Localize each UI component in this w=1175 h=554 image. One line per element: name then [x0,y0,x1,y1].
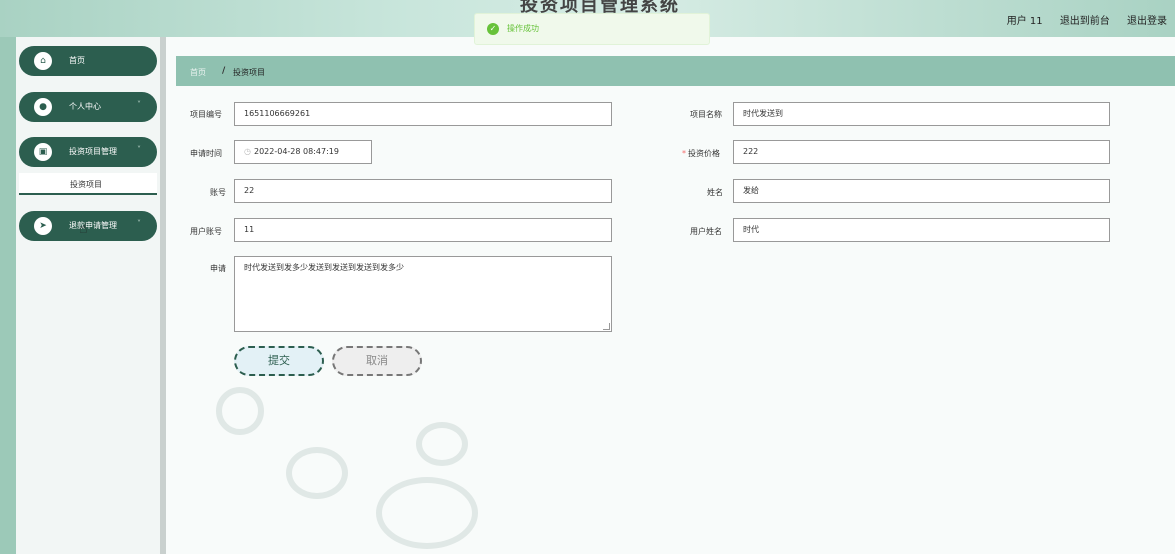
clock-icon: ◷ [244,147,251,156]
background-drop [216,387,264,435]
current-user: 用户 11 [1006,16,1043,27]
chevron-down-icon: ˅ [137,145,141,154]
sidebar-item-profile[interactable]: ● 个人中心 ˅ [19,92,157,122]
sidebar-item-label: 退款申请管理 [69,221,117,230]
project-no-label: 项目编号 [190,110,222,119]
apply-time-picker[interactable]: ◷ 2022-04-28 08:47:19 [234,140,372,164]
apply-time-value: 2022-04-28 08:47:19 [253,147,339,156]
sidebar-subitem-investment-project[interactable]: 投资项目 [19,173,157,195]
sidebar-item-investment-projects[interactable]: ▣ 投资项目管理 ˅ [19,137,157,167]
name-label: 姓名 [707,188,723,197]
project-name-field[interactable]: 时代发送到 [733,102,1110,126]
name-field[interactable]: 发给 [733,179,1110,203]
logout-link[interactable]: 退出登录 [1127,16,1167,27]
background-drop [416,422,468,466]
chevron-down-icon: ˅ [137,100,141,109]
header-links: 用户 11 退出到前台 退出登录 [993,12,1167,27]
sidebar-item-label: 个人中心 [69,102,101,111]
breadcrumb-current: 投资项目 [233,68,265,77]
application-label: 申请 [210,264,226,273]
sidebar-subitem-label: 投资项目 [70,180,102,189]
required-mark: * [682,149,686,158]
project-name-label: 项目名称 [690,110,722,119]
breadcrumb: 首页 / 投资项目 [176,56,1175,86]
application-text: 时代发送到发多少发送到发送到发送到发多少 [244,263,404,272]
breadcrumb-home[interactable]: 首页 [190,67,206,78]
sidebar-item-refunds[interactable]: ➤ 退款申请管理 ˅ ☝ [19,211,157,241]
success-toast: ✓ 操作成功 [474,13,710,45]
user-icon: ● [34,98,52,116]
submit-button[interactable]: 提交 [234,346,324,376]
breadcrumb-separator: / [222,66,226,76]
user-account-label: 用户账号 [190,227,222,236]
project-no-field[interactable]: 1651106669261 [234,102,612,126]
back-to-front-link[interactable]: 退出到前台 [1060,16,1110,27]
sidebar: ⌂ 首页 ● 个人中心 ˅ ▣ 投资项目管理 ˅ 投资项目 ➤ 退款申请管理 ˅… [16,37,160,554]
main-content: 首页 / 投资项目 项目编号 1651106669261 项目名称 时代发送到 … [166,37,1175,554]
apply-time-label: 申请时间 [190,149,222,158]
price-label-text: 投资价格 [688,149,720,158]
cancel-button[interactable]: 取消 [332,346,422,376]
briefcase-icon: ▣ [34,143,52,161]
application-textarea[interactable]: 时代发送到发多少发送到发送到发送到发多少 [234,256,612,332]
toast-message: 操作成功 [507,24,539,33]
account-field[interactable]: 22 [234,179,612,203]
sidebar-item-label: 首页 [69,56,85,65]
success-check-icon: ✓ [487,23,499,35]
resize-handle-icon[interactable] [603,323,610,330]
price-field[interactable]: 222 [733,140,1110,164]
background-drop [376,477,478,549]
background-drop [286,447,348,499]
user-account-field[interactable]: 11 [234,218,612,242]
home-icon: ⌂ [34,52,52,70]
price-label: * 投资价格 [682,148,720,159]
left-edge-strip [0,37,16,554]
mouse-pointer-icon: ☝ [79,221,88,237]
send-icon: ➤ [34,217,52,235]
user-name-label: 用户姓名 [690,227,722,236]
chevron-down-icon: ˅ [137,219,141,228]
sidebar-item-home[interactable]: ⌂ 首页 [19,46,157,76]
user-name-field[interactable]: 时代 [733,218,1110,242]
account-label: 账号 [210,188,226,197]
sidebar-item-label: 投资项目管理 [69,147,117,156]
